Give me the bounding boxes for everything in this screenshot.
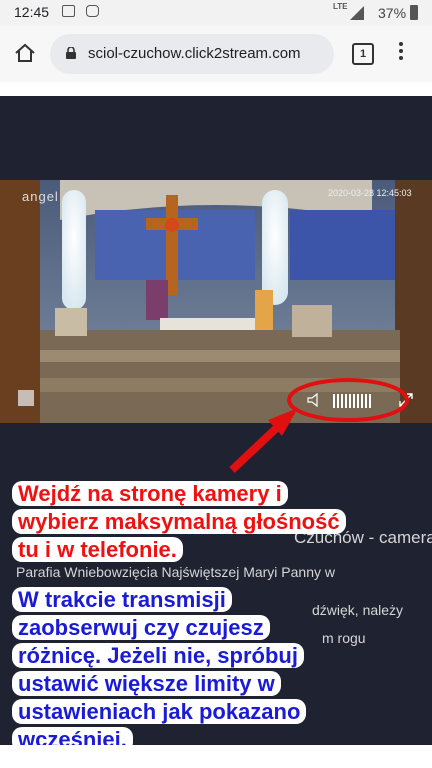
instruction-red: Wejdź na stronę kamery i wybierz maksyma…: [12, 480, 346, 564]
page-footer-strip: [0, 745, 432, 768]
instruction-blue: W trakcie transmisji zaobserwuj czy czuj…: [12, 586, 307, 754]
description-text-fragment: dźwięk, należy: [312, 602, 404, 618]
description-text: Parafia Wniebowzięcia Najświętszej Maryi…: [16, 564, 336, 580]
description-text-fragment: m rogu: [322, 630, 366, 646]
